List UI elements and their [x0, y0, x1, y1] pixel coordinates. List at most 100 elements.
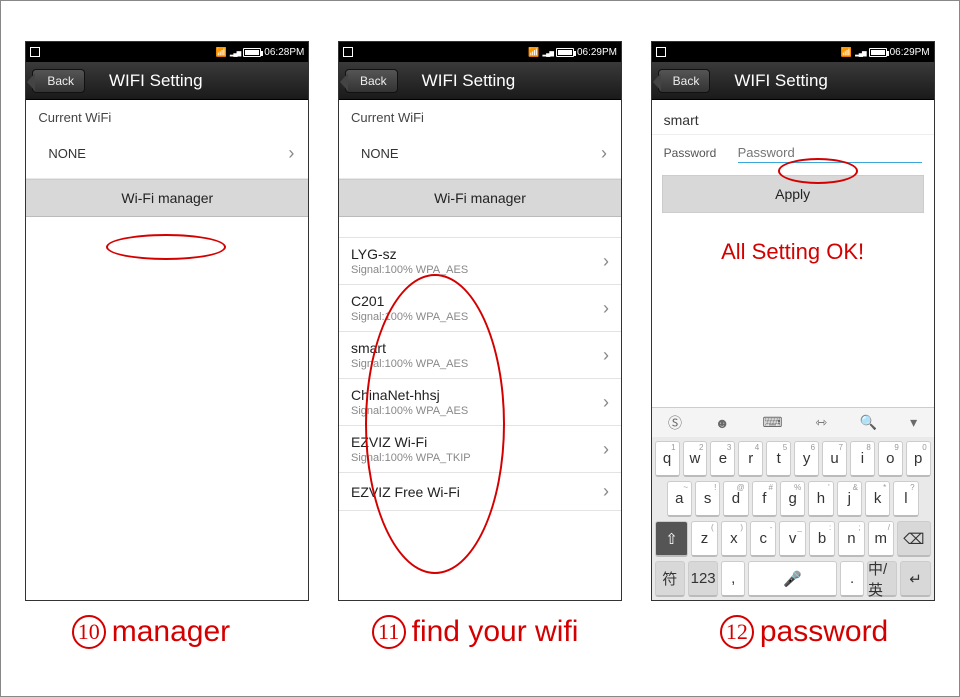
status-bar: 06:29PM: [652, 42, 934, 62]
signal-icon: [855, 47, 865, 58]
chevron-right-icon: ›: [603, 298, 609, 319]
key-f[interactable]: f#: [752, 481, 777, 517]
wifi-sub: Signal:100% WPA_AES: [351, 358, 468, 370]
key-g[interactable]: g%: [780, 481, 805, 517]
key-x[interactable]: x): [721, 521, 747, 557]
wifi-name: ChinaNet-hhsj: [351, 387, 468, 403]
current-wifi-value: NONE: [48, 146, 86, 161]
key-,[interactable]: ,: [721, 561, 745, 597]
key-q[interactable]: q1: [655, 441, 680, 477]
key-p[interactable]: p0: [906, 441, 931, 477]
wifi-item[interactable]: EZVIZ Wi-Fi Signal:100% WPA_TKIP ›: [339, 426, 621, 473]
keyboard-icon[interactable]: ⌨: [758, 414, 786, 431]
password-input[interactable]: [738, 143, 922, 163]
chevron-right-icon: ›: [603, 439, 609, 460]
emoji-icon[interactable]: ☻: [711, 415, 734, 431]
content: Current WiFi NONE › Wi-Fi manager LYG-sz…: [339, 100, 621, 600]
back-button[interactable]: Back: [658, 69, 711, 93]
key-中/英[interactable]: 中/英: [867, 561, 897, 597]
key-y[interactable]: y6: [794, 441, 819, 477]
key-123[interactable]: 123: [688, 561, 718, 597]
wifi-list: LYG-sz Signal:100% WPA_AES › C201 Signal…: [339, 237, 621, 511]
key-n[interactable]: n;: [838, 521, 864, 557]
key-t[interactable]: t5: [766, 441, 791, 477]
step-number: 10: [72, 615, 106, 649]
key-k[interactable]: k*: [865, 481, 890, 517]
key-z[interactable]: z(: [691, 521, 717, 557]
chevron-right-icon: ›: [603, 392, 609, 413]
wifi-name: EZVIZ Free Wi-Fi: [351, 484, 460, 500]
chevron-down-icon[interactable]: ▾: [906, 414, 921, 431]
step-label: find your wifi: [412, 615, 579, 649]
content: Current WiFi NONE › Wi-Fi manager: [26, 100, 308, 600]
battery-icon: [869, 48, 887, 57]
key-h[interactable]: h': [808, 481, 833, 517]
keyboard: q1w2e3r4t5y6u7i8o9p0 a~s!d@f#g%h'j&k*l? …: [652, 437, 934, 600]
current-wifi-label: Current WiFi: [351, 110, 424, 125]
apply-button[interactable]: Apply: [662, 175, 924, 213]
wifi-manager-button[interactable]: Wi-Fi manager: [339, 179, 621, 217]
key-s[interactable]: s!: [695, 481, 720, 517]
key-⇧[interactable]: ⇧: [655, 521, 689, 557]
key-m[interactable]: m/: [868, 521, 894, 557]
status-time: 06:29PM: [577, 47, 617, 58]
wifi-item[interactable]: smart Signal:100% WPA_AES ›: [339, 332, 621, 379]
status-time: 06:28PM: [264, 47, 304, 58]
key-d[interactable]: d@: [723, 481, 748, 517]
wifi-name: C201: [351, 293, 468, 309]
cursor-icon[interactable]: ⇿: [811, 414, 831, 431]
back-button[interactable]: Back: [32, 69, 85, 93]
key-⌫[interactable]: ⌫: [897, 521, 931, 557]
all-setting-ok: All Setting OK!: [652, 221, 934, 275]
keyboard-toolbar: Ⓢ ☻ ⌨ ⇿ 🔍 ▾: [652, 407, 934, 437]
content: smart Password Apply All Setting OK! Ⓢ ☻…: [652, 100, 934, 600]
status-bar: 06:29PM: [339, 42, 621, 62]
key-u[interactable]: u7: [822, 441, 847, 477]
key-↵[interactable]: ↵: [900, 561, 930, 597]
wifi-manager-button[interactable]: Wi-Fi manager: [26, 179, 308, 217]
key-r[interactable]: r4: [738, 441, 763, 477]
key-b[interactable]: b:: [809, 521, 835, 557]
key-c[interactable]: c-: [750, 521, 776, 557]
wifi-sub: Signal:100% WPA_AES: [351, 405, 468, 417]
key-符[interactable]: 符: [655, 561, 685, 597]
selected-wifi: smart: [652, 100, 934, 135]
key-a[interactable]: a~: [667, 481, 692, 517]
current-wifi-row[interactable]: NONE ›: [339, 129, 621, 179]
key-v[interactable]: v_: [779, 521, 805, 557]
status-bar: 06:28PM: [26, 42, 308, 62]
screenshot-icon: [656, 47, 666, 57]
wifi-icon: [216, 47, 227, 58]
battery-icon: [556, 48, 574, 57]
title-bar: Back WIFI Setting: [339, 62, 621, 100]
password-label: Password: [664, 146, 728, 160]
wifi-icon: [528, 47, 539, 58]
key-o[interactable]: o9: [878, 441, 903, 477]
wifi-sub: Signal:100% WPA_AES: [351, 264, 468, 276]
screen-password: 06:29PM Back WIFI Setting smart Password…: [651, 41, 935, 601]
caption-12: 12 password: [720, 615, 888, 649]
key-.[interactable]: .: [840, 561, 864, 597]
wifi-sub: Signal:100% WPA_TKIP: [351, 452, 471, 464]
signal-icon: [230, 47, 240, 58]
wifi-item[interactable]: C201 Signal:100% WPA_AES ›: [339, 285, 621, 332]
screen-wifi-list: 06:29PM Back WIFI Setting Current WiFi N…: [338, 41, 622, 601]
search-icon[interactable]: 🔍: [856, 414, 881, 431]
step-number: 11: [372, 615, 406, 649]
key-🎤[interactable]: 🎤: [748, 561, 837, 597]
step-label: manager: [112, 615, 230, 649]
key-e[interactable]: e3: [710, 441, 735, 477]
chevron-right-icon: ›: [603, 345, 609, 366]
chevron-right-icon: ›: [288, 143, 294, 164]
current-wifi-row[interactable]: NONE ›: [26, 129, 308, 179]
wifi-item[interactable]: EZVIZ Free Wi-Fi ›: [339, 473, 621, 511]
ime-logo-icon[interactable]: Ⓢ: [664, 413, 686, 433]
key-j[interactable]: j&: [837, 481, 862, 517]
chevron-right-icon: ›: [603, 251, 609, 272]
back-button[interactable]: Back: [345, 69, 398, 93]
wifi-item[interactable]: ChinaNet-hhsj Signal:100% WPA_AES ›: [339, 379, 621, 426]
wifi-item[interactable]: LYG-sz Signal:100% WPA_AES ›: [339, 238, 621, 285]
key-l[interactable]: l?: [893, 481, 918, 517]
key-i[interactable]: i8: [850, 441, 875, 477]
key-w[interactable]: w2: [683, 441, 708, 477]
